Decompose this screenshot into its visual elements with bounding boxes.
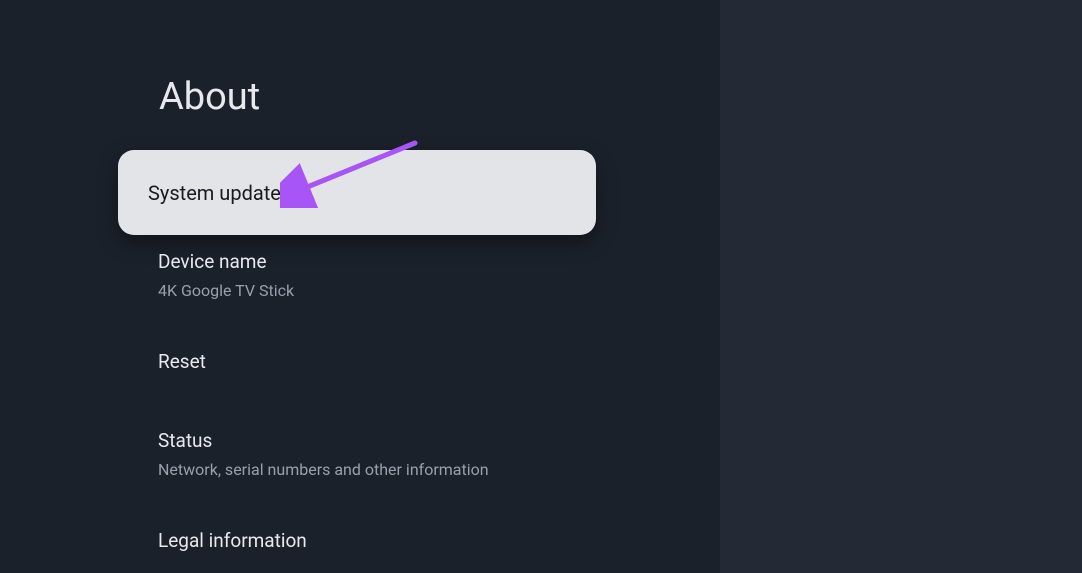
menu-item-reset[interactable]: Reset (118, 350, 596, 373)
menu-item-system-update[interactable]: System update (118, 150, 596, 235)
menu-item-subtitle: Network, serial numbers and other inform… (158, 460, 596, 479)
menu-item-legal-information[interactable]: Legal information (118, 529, 596, 552)
side-panel (720, 0, 1082, 573)
menu-item-label: Legal information (158, 529, 596, 552)
menu-item-label: Device name (158, 250, 596, 273)
menu-item-device-name[interactable]: Device name 4K Google TV Stick (118, 250, 596, 300)
menu-item-label: System update (148, 181, 281, 205)
page-title: About (159, 75, 260, 119)
menu-item-label: Reset (158, 350, 596, 373)
menu-item-status[interactable]: Status Network, serial numbers and other… (118, 429, 596, 479)
menu-item-subtitle: 4K Google TV Stick (158, 281, 596, 300)
about-menu-list: System update Device name 4K Google TV S… (118, 150, 596, 552)
main-panel: About System update Device name 4K Googl… (0, 0, 720, 573)
menu-item-label: Status (158, 429, 596, 452)
